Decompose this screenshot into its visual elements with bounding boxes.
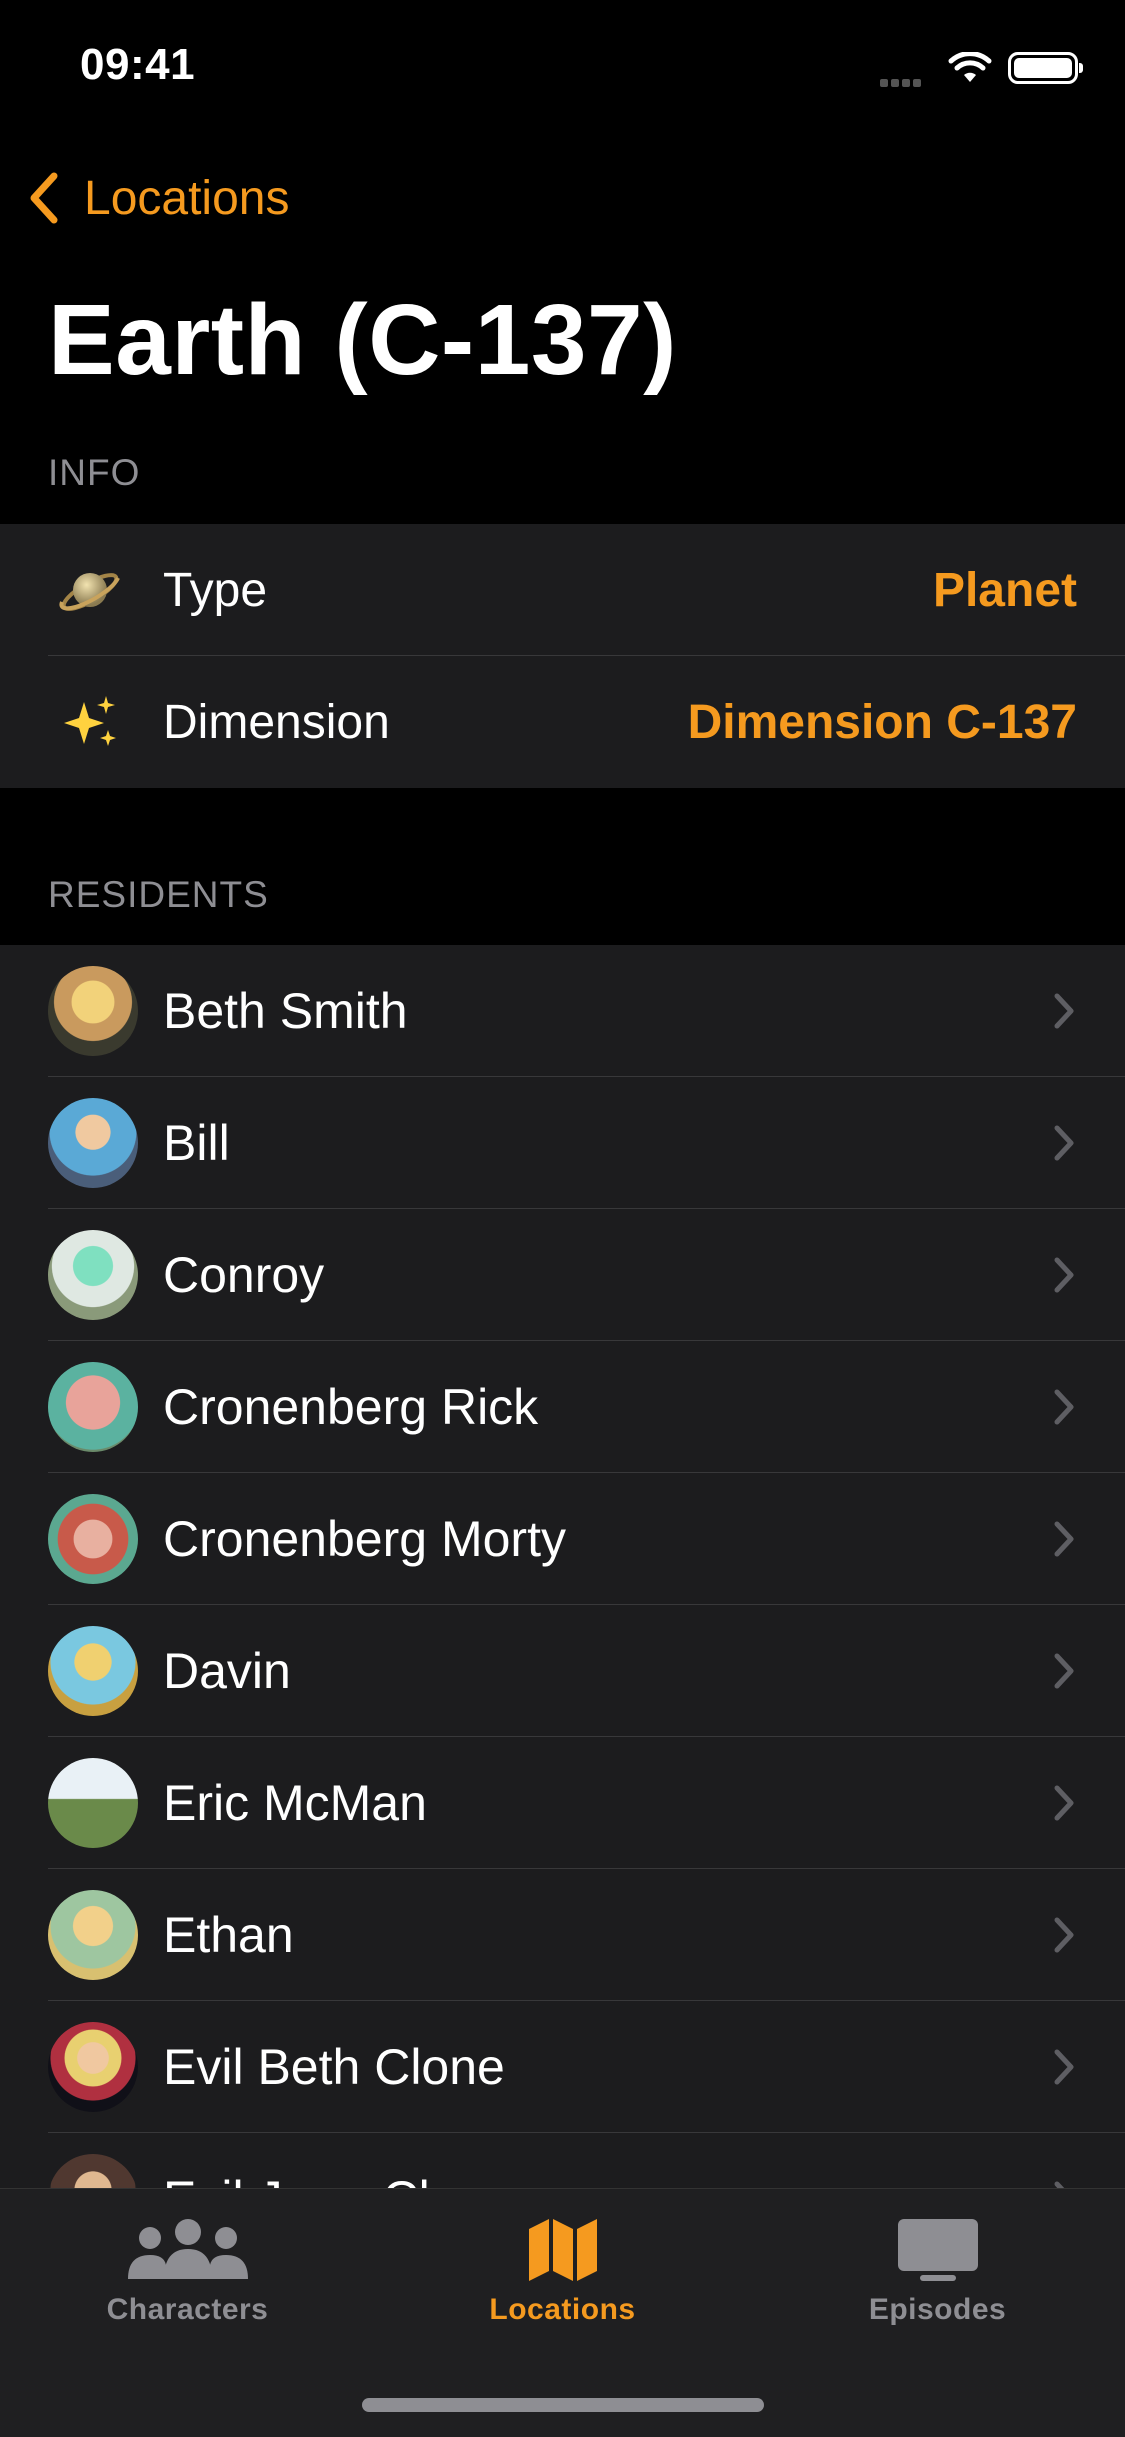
info-type-value: Planet (932, 563, 1077, 617)
info-row-type: Type Planet (0, 524, 1125, 656)
chevron-left-icon (30, 172, 58, 224)
resident-name: Ethan (163, 1907, 294, 1963)
residents-section-header: RESIDENTS (48, 874, 269, 915)
avatar (48, 1230, 138, 1320)
chevron-right-icon (1054, 1917, 1074, 1953)
resident-row[interactable]: Evil Beth Clone (0, 2001, 1125, 2133)
residents-list: Beth Smith Bill Conroy Cronenberg Rick C… (0, 945, 1125, 2265)
battery-icon (1008, 52, 1083, 84)
resident-row[interactable]: Cronenberg Rick (0, 1341, 1125, 1473)
resident-name: Conroy (163, 1247, 325, 1303)
tab-characters[interactable]: Characters (0, 2189, 375, 2349)
resident-name: Bill (163, 1115, 230, 1171)
resident-row[interactable]: Bill (0, 1077, 1125, 1209)
people-icon (127, 2219, 248, 2279)
tab-label: Episodes (868, 2293, 1007, 2326)
info-dimension-value: Dimension C-137 (687, 695, 1077, 749)
page-title: Earth (C-137) (48, 284, 677, 396)
info-dimension-label: Dimension (163, 695, 390, 749)
resident-row[interactable]: Eric McMan (0, 1737, 1125, 1869)
tab-label: Characters (106, 2293, 269, 2326)
tv-icon (897, 2219, 978, 2281)
wifi-icon (948, 52, 992, 82)
cellular-signal-icon (880, 74, 924, 92)
tab-label: Locations (489, 2293, 636, 2326)
chevron-right-icon (1054, 2049, 1074, 2085)
avatar (48, 1758, 138, 1848)
tab-locations[interactable]: Locations (375, 2189, 750, 2349)
resident-row[interactable]: Beth Smith (0, 945, 1125, 1077)
resident-name: Eric McMan (163, 1775, 427, 1831)
chevron-right-icon (1054, 1389, 1074, 1425)
info-row-dimension: Dimension Dimension C-137 (0, 656, 1125, 788)
avatar (48, 1626, 138, 1716)
sparkles-icon (58, 690, 122, 754)
avatar (48, 1494, 138, 1584)
info-section-header: INFO (48, 452, 141, 493)
chevron-right-icon (1054, 993, 1074, 1029)
status-bar: 09:41 (0, 0, 1125, 140)
resident-row[interactable]: Ethan (0, 1869, 1125, 2001)
resident-row[interactable]: Conroy (0, 1209, 1125, 1341)
chevron-right-icon (1054, 1125, 1074, 1161)
chevron-right-icon (1054, 1257, 1074, 1293)
ringed-planet-icon (58, 558, 122, 622)
avatar (48, 1098, 138, 1188)
resident-name: Cronenberg Rick (163, 1379, 539, 1435)
back-button[interactable]: Locations (24, 168, 289, 228)
resident-row[interactable]: Cronenberg Morty (0, 1473, 1125, 1605)
avatar (48, 1362, 138, 1452)
resident-row[interactable]: Davin (0, 1605, 1125, 1737)
avatar (48, 1890, 138, 1980)
chevron-right-icon (1054, 1785, 1074, 1821)
resident-name: Beth Smith (163, 983, 408, 1039)
info-group: Type Planet Dimension Dimension C-137 (0, 524, 1125, 788)
home-indicator[interactable] (362, 2398, 764, 2412)
chevron-right-icon (1054, 1521, 1074, 1557)
resident-name: Davin (163, 1643, 291, 1699)
avatar (48, 966, 138, 1056)
chevron-right-icon (1054, 1653, 1074, 1689)
tab-episodes[interactable]: Episodes (750, 2189, 1125, 2349)
status-time: 09:41 (80, 40, 196, 89)
avatar (48, 2022, 138, 2112)
back-button-label: Locations (84, 171, 290, 225)
resident-name: Evil Beth Clone (163, 2039, 505, 2095)
info-type-label: Type (163, 563, 268, 617)
map-icon (528, 2219, 597, 2281)
resident-name: Cronenberg Morty (163, 1511, 566, 1567)
